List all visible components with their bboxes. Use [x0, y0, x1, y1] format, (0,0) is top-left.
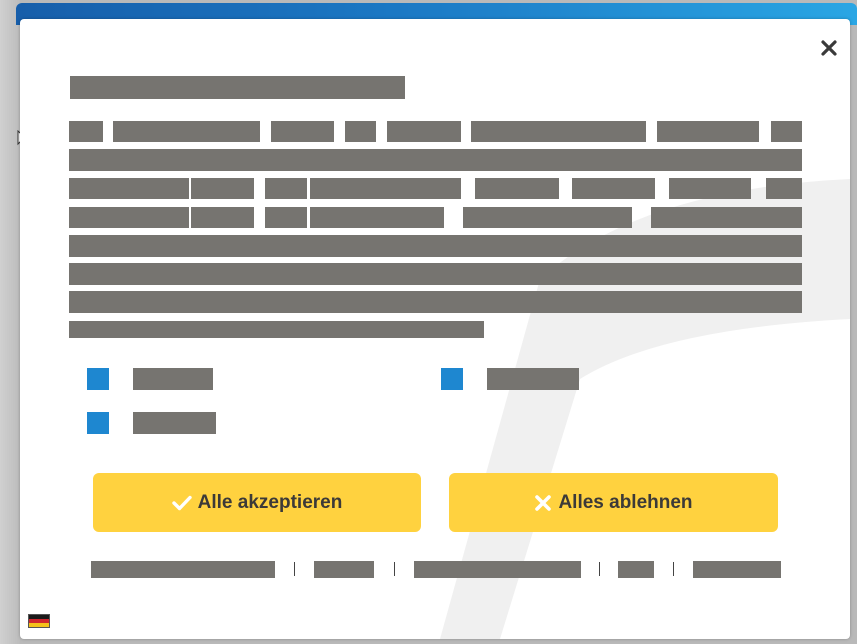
checkbox-label-redacted	[487, 368, 579, 390]
redacted-text-word	[69, 121, 103, 142]
reject-all-button[interactable]: Alles ablehnen	[449, 473, 778, 532]
footer-link[interactable]	[91, 561, 275, 578]
redacted-text-word	[345, 121, 376, 142]
redacted-text-word	[310, 178, 461, 199]
footer-link[interactable]	[414, 561, 581, 578]
consent-checkbox[interactable]	[87, 412, 109, 434]
cross-icon	[535, 494, 552, 511]
redacted-text-line	[69, 321, 484, 338]
checkbox-label-redacted	[133, 412, 216, 434]
redacted-text-word	[471, 121, 646, 142]
checkbox-label-redacted	[133, 368, 213, 390]
redacted-text-word	[387, 121, 461, 142]
redacted-text-word	[191, 178, 254, 199]
footer-separator	[673, 562, 674, 576]
redacted-text-word	[651, 207, 802, 228]
footer-link[interactable]	[618, 561, 654, 578]
footer-separator	[599, 562, 600, 576]
cookie-consent-dialog: Alle akzeptieren Alles ablehnen	[20, 19, 850, 639]
redacted-text-word	[669, 178, 751, 199]
close-icon	[821, 40, 837, 56]
redacted-text-word	[271, 121, 334, 142]
page-backdrop	[0, 0, 20, 644]
redacted-text-word	[265, 207, 307, 228]
footer-separator	[294, 562, 295, 576]
footer-separator	[394, 562, 395, 576]
reject-all-label: Alles ablehnen	[558, 491, 693, 513]
redacted-text-word	[191, 207, 254, 228]
redacted-text-line	[69, 263, 802, 285]
redacted-text-line	[69, 235, 802, 257]
redacted-text-line	[69, 291, 802, 313]
consent-checkbox[interactable]	[87, 368, 109, 390]
accept-all-button[interactable]: Alle akzeptieren	[93, 473, 421, 532]
redacted-text-line	[69, 149, 802, 171]
redacted-text-word	[69, 178, 189, 199]
footer-link[interactable]	[314, 561, 374, 578]
accept-all-label: Alle akzeptieren	[197, 491, 343, 513]
german-flag-icon[interactable]	[28, 614, 50, 628]
redacted-text-word	[113, 121, 260, 142]
redacted-text-word	[771, 121, 802, 142]
redacted-text-word	[69, 207, 189, 228]
dialog-title-redacted	[70, 76, 405, 99]
consent-checkbox[interactable]	[441, 368, 463, 390]
redacted-text-word	[572, 178, 655, 199]
redacted-text-word	[310, 207, 444, 228]
close-button[interactable]	[817, 36, 841, 60]
redacted-text-word	[657, 121, 759, 142]
redacted-text-word	[463, 207, 632, 228]
redacted-text-word	[766, 178, 802, 199]
redacted-text-word	[265, 178, 307, 199]
redacted-text-word	[475, 178, 559, 199]
checkmark-icon	[171, 495, 192, 510]
footer-link[interactable]	[693, 561, 781, 578]
